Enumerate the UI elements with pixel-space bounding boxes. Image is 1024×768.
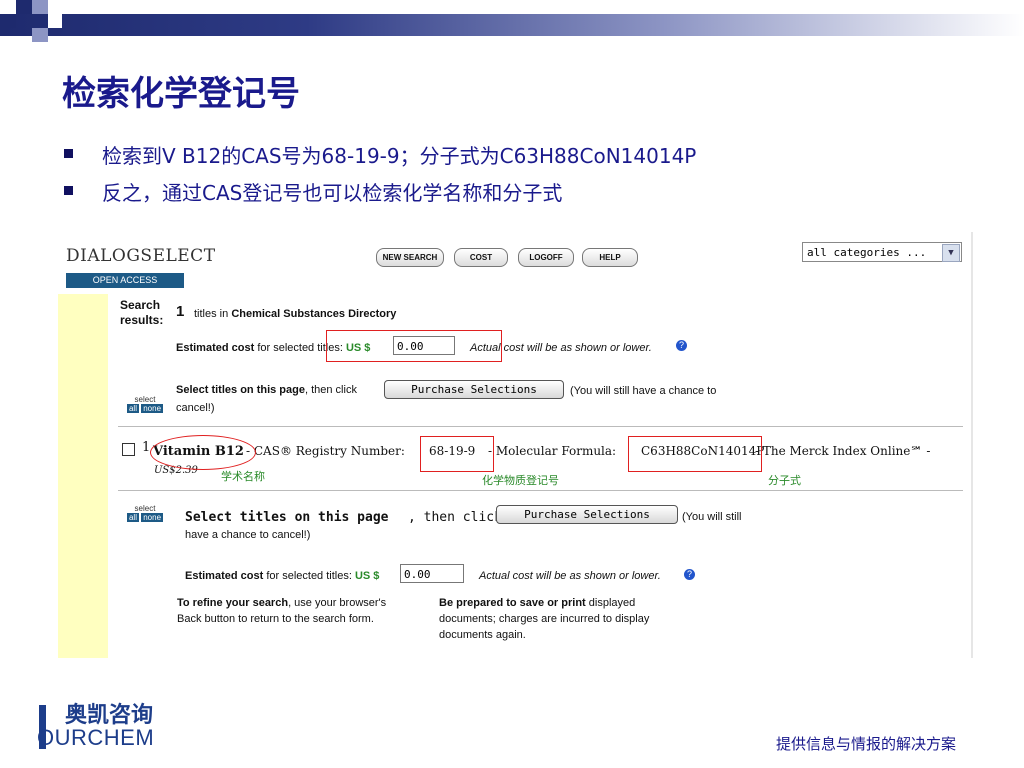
help-icon[interactable]: ? xyxy=(676,340,687,351)
name-highlight-oval xyxy=(150,435,256,470)
annotation-cas: 化学物质登记号 xyxy=(482,474,559,487)
chance-text: (You will still have a chance to xyxy=(570,385,717,397)
dialog-screenshot: DIALOGSELECT OPEN ACCESS NEW SEARCH COST… xyxy=(58,232,973,658)
decor-square xyxy=(48,14,62,28)
cas-highlight-box xyxy=(420,436,494,472)
bullet-item: 检索到V B12的CAS号为68-19-9；分子式为C63H88CoN14014… xyxy=(60,140,696,177)
result-count: 1 xyxy=(176,303,185,320)
brand-name-en: OURCHEM xyxy=(37,725,155,750)
formula-highlight-box xyxy=(628,436,762,472)
titles-in-text: titles in Chemical Substances Directory xyxy=(194,308,397,320)
chance-text: (You will still xyxy=(682,511,742,523)
select-none-link[interactable]: none xyxy=(141,404,164,413)
new-search-button[interactable]: NEW SEARCH xyxy=(376,248,444,267)
annotation-formula: 分子式 xyxy=(768,474,801,487)
footer-tagline: 提供信息与情报的解决方案 xyxy=(776,735,957,753)
formula-label: - Molecular Formula: xyxy=(488,444,617,458)
select-titles-line-2: Select titles on this page xyxy=(185,510,389,525)
help-button[interactable]: HELP xyxy=(582,248,638,267)
slide-title: 检索化学登记号 xyxy=(62,74,300,114)
yellow-sidebar xyxy=(58,294,108,658)
cas-label: - CAS® Registry Number: xyxy=(246,444,405,458)
select-all-link[interactable]: all xyxy=(126,404,139,413)
help-icon[interactable]: ? xyxy=(684,569,695,580)
decor-square xyxy=(32,28,48,42)
decor-square xyxy=(32,0,48,14)
select-titles-line: Select titles on this page, then click xyxy=(176,384,357,396)
decor-square xyxy=(16,0,32,14)
estimated-cost-line: Estimated cost for selected titles: US $ xyxy=(185,570,380,582)
divider xyxy=(118,490,963,491)
select-none-link[interactable]: none xyxy=(141,513,164,522)
record-checkbox[interactable] xyxy=(122,443,135,456)
purchase-selections-button[interactable]: Purchase Selections xyxy=(384,380,564,399)
category-select[interactable]: all categories ... ▼ xyxy=(802,242,962,262)
open-access-badge: OPEN ACCESS xyxy=(66,273,184,288)
select-all-link[interactable]: all xyxy=(126,513,139,522)
search-results-label: Search results: xyxy=(120,298,164,327)
title-decoration-bar xyxy=(0,14,1024,36)
select-all-none: select all none xyxy=(126,504,164,522)
scroll-divider xyxy=(971,232,973,658)
bullet-square-icon xyxy=(64,186,73,195)
actual-cost-note: Actual cost will be as shown or lower. xyxy=(479,570,661,582)
select-all-none: select all none xyxy=(126,395,164,413)
divider xyxy=(118,426,963,427)
cancel-text: cancel!) xyxy=(176,402,215,414)
cancel-text: have a chance to cancel!) xyxy=(185,529,311,541)
bullet-item: 反之，通过CAS登记号也可以检索化学名称和分子式 xyxy=(60,177,696,214)
dialogselect-logo: DIALOGSELECT xyxy=(66,246,216,266)
purchase-selections-button[interactable]: Purchase Selections xyxy=(496,505,678,524)
cost-highlight-box xyxy=(326,330,502,362)
annotation-name: 学术名称 xyxy=(221,470,265,483)
merck-index-text: - The Merck Index Online℠ - xyxy=(755,444,931,458)
bullet-list: 检索到V B12的CAS号为68-19-9；分子式为C63H88CoN14014… xyxy=(60,140,696,214)
save-print-tip: Be prepared to save or print displayed do… xyxy=(439,597,650,641)
cost-button[interactable]: COST xyxy=(454,248,508,267)
chevron-down-icon[interactable]: ▼ xyxy=(942,244,960,262)
bullet-square-icon xyxy=(64,149,73,158)
refine-search-tip: To refine your search, use your browser'… xyxy=(177,597,387,625)
decor-square xyxy=(0,14,16,28)
cost-field[interactable]: 0.00 xyxy=(400,564,464,583)
then-click-text: , then click xyxy=(408,510,502,525)
logoff-button[interactable]: LOGOFF xyxy=(518,248,574,267)
